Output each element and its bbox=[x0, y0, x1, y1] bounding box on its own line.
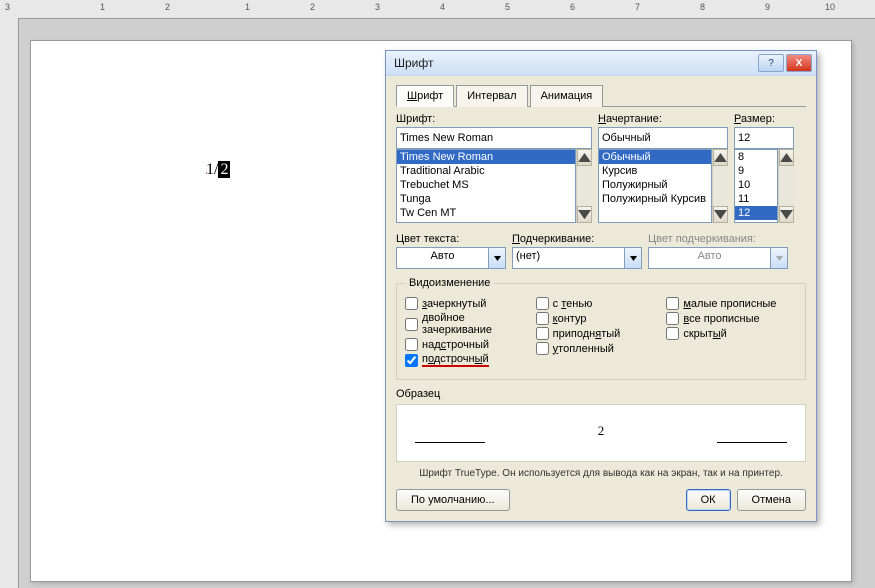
close-button[interactable]: X bbox=[786, 54, 812, 72]
chevron-down-icon[interactable] bbox=[625, 247, 642, 269]
superscript-checkbox[interactable]: надстрочный bbox=[405, 338, 536, 351]
scroll-up-icon[interactable] bbox=[577, 149, 592, 166]
list-item[interactable]: Курсив bbox=[599, 164, 711, 178]
list-item[interactable]: Times New Roman bbox=[397, 150, 575, 164]
outline-checkbox[interactable]: контур bbox=[536, 312, 667, 325]
scroll-up-icon[interactable] bbox=[779, 149, 794, 166]
emboss-checkbox[interactable]: приподнятый bbox=[536, 327, 667, 340]
help-button[interactable]: ? bbox=[758, 54, 784, 72]
cancel-button[interactable]: Отмена bbox=[737, 489, 806, 511]
font-dialog: Шрифт ? X Шрифт Интервал Анимация Шрифт:… bbox=[385, 50, 817, 522]
default-button[interactable]: По умолчанию... bbox=[396, 489, 510, 511]
vertical-ruler bbox=[0, 18, 19, 588]
list-item[interactable]: Обычный bbox=[599, 150, 711, 164]
list-item[interactable]: 12 bbox=[735, 206, 777, 220]
list-item[interactable]: Tunga bbox=[397, 192, 575, 206]
scroll-down-icon[interactable] bbox=[577, 206, 592, 223]
truetype-note: Шрифт TrueType. Он используется для выво… bbox=[396, 468, 806, 479]
strike-checkbox[interactable]: зачеркнутый bbox=[405, 297, 536, 310]
tab-animation[interactable]: Анимация bbox=[530, 85, 604, 107]
engrave-checkbox[interactable]: утопленный bbox=[536, 342, 667, 355]
style-input[interactable] bbox=[598, 127, 728, 149]
list-item[interactable]: Полужирный Курсив bbox=[599, 192, 711, 206]
size-label: Размер: bbox=[734, 113, 794, 125]
hidden-checkbox[interactable]: скрытый bbox=[666, 327, 797, 340]
scroll-up-icon[interactable] bbox=[713, 149, 728, 166]
scroll-down-icon[interactable] bbox=[779, 206, 794, 223]
underline-combo[interactable]: (нет) bbox=[512, 247, 642, 269]
list-item[interactable]: 9 bbox=[735, 164, 777, 178]
font-list[interactable]: Times New Roman Traditional Arabic Trebu… bbox=[396, 149, 576, 223]
sample-label: Образец bbox=[396, 388, 440, 400]
size-input[interactable] bbox=[734, 127, 794, 149]
size-list[interactable]: 8 9 10 11 12 bbox=[734, 149, 778, 223]
list-item[interactable]: Tw Cen MT bbox=[397, 206, 575, 220]
style-label: Начертание: bbox=[598, 113, 728, 125]
effects-legend: Видоизменение bbox=[405, 277, 494, 289]
underline-color-label: Цвет подчеркивания: bbox=[648, 233, 788, 245]
dialog-title: Шрифт bbox=[390, 56, 756, 70]
tab-font[interactable]: Шрифт bbox=[396, 85, 454, 107]
list-item[interactable]: 10 bbox=[735, 178, 777, 192]
list-item[interactable]: 11 bbox=[735, 192, 777, 206]
text-color-label: Цвет текста: bbox=[396, 233, 506, 245]
font-scrollbar[interactable] bbox=[576, 149, 592, 223]
dialog-titlebar[interactable]: Шрифт ? X bbox=[386, 51, 816, 76]
allcaps-checkbox[interactable]: все прописные bbox=[666, 312, 797, 325]
list-item[interactable]: Trebuchet MS bbox=[397, 178, 575, 192]
ok-button[interactable]: ОК bbox=[686, 489, 731, 511]
dblstrike-checkbox[interactable]: двойное зачеркивание bbox=[405, 312, 536, 336]
style-list[interactable]: Обычный Курсив Полужирный Полужирный Кур… bbox=[598, 149, 712, 223]
font-label: Шрифт: bbox=[396, 113, 592, 125]
underline-label: Подчеркивание: bbox=[512, 233, 642, 245]
sample-preview: 2 bbox=[396, 404, 806, 462]
list-item[interactable]: Полужирный bbox=[599, 178, 711, 192]
size-scrollbar[interactable] bbox=[778, 149, 794, 223]
scroll-down-icon[interactable] bbox=[713, 206, 728, 223]
dialog-tabs: Шрифт Интервал Анимация bbox=[396, 84, 806, 107]
effects-group: Видоизменение зачеркнутый двойное зачерк… bbox=[396, 277, 806, 380]
smallcaps-checkbox[interactable]: малые прописные bbox=[666, 297, 797, 310]
list-item[interactable]: 8 bbox=[735, 150, 777, 164]
shadow-checkbox[interactable]: с тенью bbox=[536, 297, 667, 310]
underline-color-combo: Авто bbox=[648, 247, 788, 269]
list-item[interactable]: Traditional Arabic bbox=[397, 164, 575, 178]
text-color-combo[interactable]: Авто bbox=[396, 247, 506, 269]
subscript-checkbox[interactable]: подстрочный bbox=[405, 353, 536, 367]
horizontal-ruler: 3 1 2 1 2 3 4 5 6 7 8 9 10 bbox=[0, 0, 875, 19]
chevron-down-icon[interactable] bbox=[489, 247, 506, 269]
style-scrollbar[interactable] bbox=[712, 149, 728, 223]
tab-spacing[interactable]: Интервал bbox=[456, 85, 527, 107]
font-input[interactable] bbox=[396, 127, 592, 149]
chevron-down-icon bbox=[771, 247, 788, 269]
fraction-text: 1/2 bbox=[206, 161, 230, 179]
